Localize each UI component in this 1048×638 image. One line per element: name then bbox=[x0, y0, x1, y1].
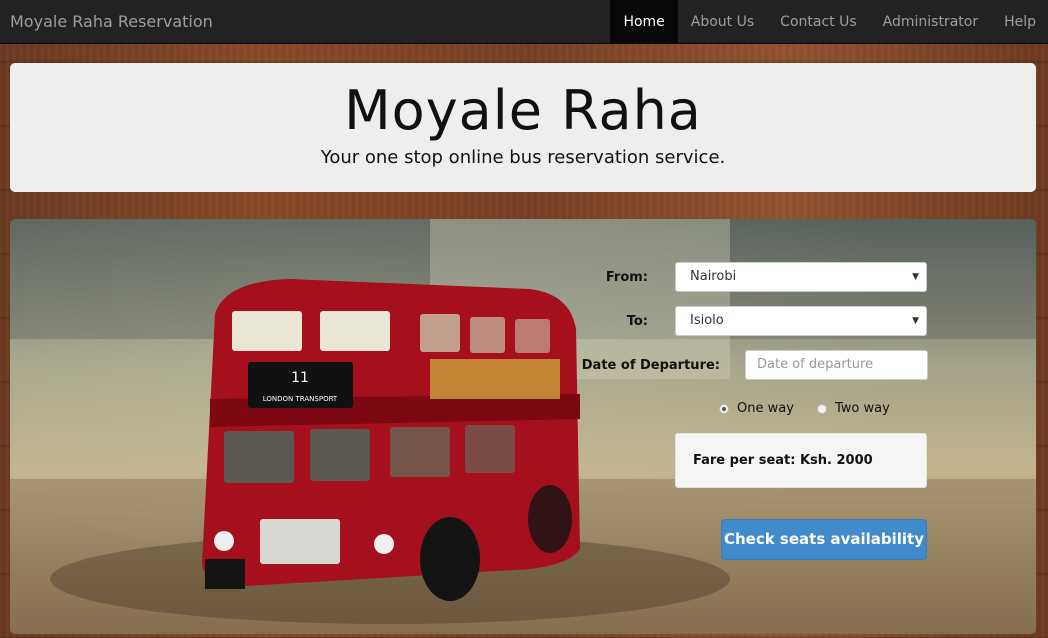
trip-two-way-option[interactable]: Two way bbox=[817, 401, 890, 416]
two-way-radio[interactable] bbox=[817, 403, 827, 414]
nav-item-help[interactable]: Help bbox=[991, 0, 1048, 43]
hero-subtitle: Your one stop online bus reservation ser… bbox=[320, 147, 726, 168]
chevron-down-icon: ▼ bbox=[912, 272, 919, 282]
one-way-radio[interactable] bbox=[719, 403, 729, 414]
to-select-value: Isiolo bbox=[690, 313, 724, 328]
top-navbar: Moyale Raha Reservation Home About Us Co… bbox=[0, 0, 1048, 44]
check-seats-button[interactable]: Check seats availability bbox=[721, 519, 927, 560]
from-select[interactable]: Nairobi ▼ bbox=[675, 262, 927, 292]
date-of-departure-label: Date of Departure: bbox=[581, 358, 720, 373]
navbar-brand[interactable]: Moyale Raha Reservation bbox=[0, 0, 610, 43]
chevron-down-icon: ▼ bbox=[912, 316, 919, 326]
hero-title: Moyale Raha bbox=[344, 79, 702, 142]
bus-route-number: 11 bbox=[291, 370, 309, 386]
bus-destination-text: LONDON TRANSPORT bbox=[263, 395, 338, 403]
one-way-label: One way bbox=[737, 401, 794, 416]
to-select[interactable]: Isiolo ▼ bbox=[675, 306, 927, 336]
nav-item-administrator[interactable]: Administrator bbox=[870, 0, 991, 43]
reservation-panel: 11 LONDON TRANSPORT From: Nairobi ▼ To: … bbox=[10, 219, 1036, 634]
nav-item-about-us[interactable]: About Us bbox=[678, 0, 767, 43]
hero-jumbotron: Moyale Raha Your one stop online bus res… bbox=[10, 63, 1036, 192]
from-select-value: Nairobi bbox=[690, 269, 737, 284]
trip-one-way-option[interactable]: One way bbox=[719, 401, 794, 416]
nav-item-contact-us[interactable]: Contact Us bbox=[767, 0, 869, 43]
nav-item-home[interactable]: Home bbox=[610, 0, 678, 43]
nav-menu: Home About Us Contact Us Administrator H… bbox=[610, 0, 1048, 43]
double-decker-bus: 11 LONDON TRANSPORT bbox=[202, 279, 580, 601]
departure-date-input[interactable]: Date of departure bbox=[745, 350, 928, 380]
from-label: From: bbox=[605, 270, 648, 285]
to-label: To: bbox=[626, 314, 648, 329]
two-way-label: Two way bbox=[835, 401, 890, 416]
fare-per-seat-box: Fare per seat: Ksh. 2000 bbox=[675, 433, 927, 488]
